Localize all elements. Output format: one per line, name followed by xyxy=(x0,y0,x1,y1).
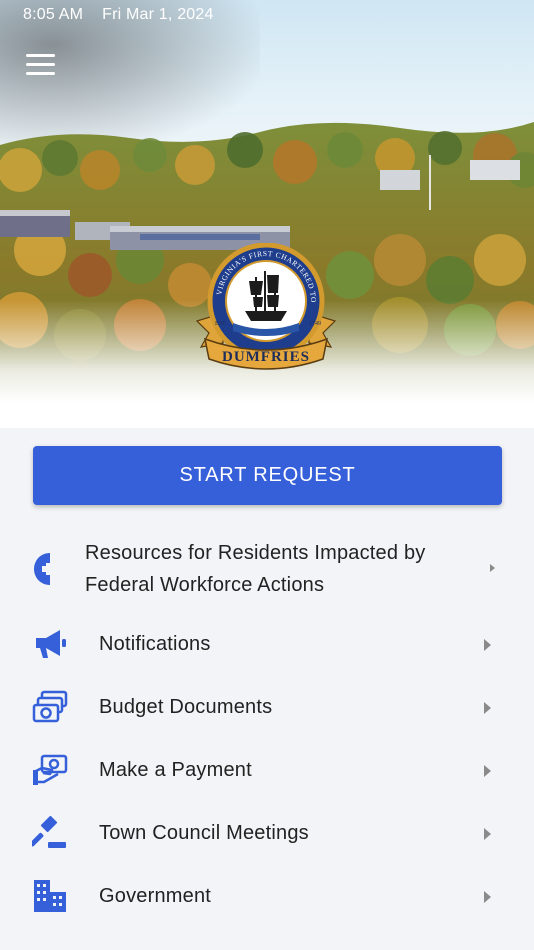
menu-item-notifications[interactable]: Notifications xyxy=(0,624,534,664)
menu-item-federal-resources[interactable]: Resources for Residents Impacted by Fede… xyxy=(0,536,534,602)
hero-banner: 8:05 AM Fri Mar 1, 2024 DUMFRIES EST. 17… xyxy=(0,0,534,428)
menu-item-town-council-meetings[interactable]: Town Council Meetings xyxy=(0,813,534,853)
chevron-right-icon xyxy=(484,639,491,651)
megaphone-icon xyxy=(36,630,66,658)
main-content: START REQUEST Resources for Residents Im… xyxy=(0,428,534,950)
status-time: 8:05 AM xyxy=(23,6,84,23)
chevron-right-icon xyxy=(484,702,491,714)
money-stack-icon xyxy=(32,690,68,723)
plus-shield-icon xyxy=(34,553,56,585)
city-buildings-icon xyxy=(34,880,66,912)
chevron-right-icon xyxy=(484,828,491,840)
chevron-right-icon xyxy=(484,765,491,777)
menu-item-budget-documents[interactable]: Budget Documents xyxy=(0,687,534,727)
hand-payment-icon xyxy=(33,754,68,785)
status-bar: 8:05 AM Fri Mar 1, 2024 xyxy=(23,6,214,24)
chevron-right-icon xyxy=(484,891,491,903)
menu-item-label: Make a Payment xyxy=(99,759,252,781)
chevron-right-icon xyxy=(490,564,495,572)
hamburger-menu-icon[interactable] xyxy=(26,54,56,76)
town-seal-logo: DUMFRIES EST. 1749 VIRGINIA'S FIRST CHAR… xyxy=(193,243,337,370)
menu-item-label: Resources for Residents Impacted by Fede… xyxy=(85,542,426,596)
start-request-button[interactable]: START REQUEST xyxy=(33,446,502,505)
svg-text:EST.: EST. xyxy=(215,321,227,327)
svg-text:DUMFRIES: DUMFRIES xyxy=(222,349,310,365)
menu-item-label: Budget Documents xyxy=(99,696,273,718)
menu-item-make-a-payment[interactable]: Make a Payment xyxy=(0,750,534,790)
menu-item-label: Town Council Meetings xyxy=(99,822,309,844)
svg-text:1749: 1749 xyxy=(309,321,321,327)
status-date: Fri Mar 1, 2024 xyxy=(102,6,214,23)
menu-item-government[interactable]: Government xyxy=(0,876,534,916)
gavel-icon xyxy=(32,815,66,848)
menu-item-label: Government xyxy=(99,885,212,907)
menu-item-label: Notifications xyxy=(99,633,211,655)
